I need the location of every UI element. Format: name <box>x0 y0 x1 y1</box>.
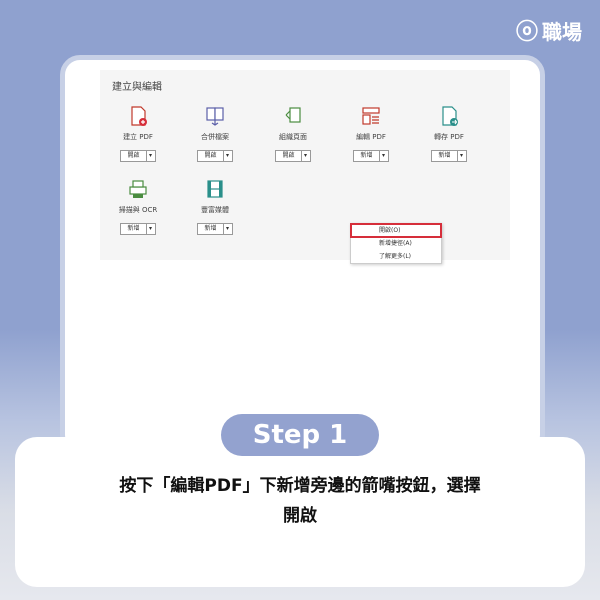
caption-line-1: 按下「編輯PDF」下新增旁邊的箭嘴按鈕，選擇 <box>119 476 481 496</box>
tool-label: 合併檔案 <box>201 133 229 141</box>
tool-split-button[interactable]: 新增 ▾ <box>353 150 389 162</box>
chevron-down-icon[interactable]: ▾ <box>302 151 310 161</box>
rich-media-icon <box>204 178 226 200</box>
logo-text: 職場 <box>542 19 582 44</box>
organize-pages-icon <box>282 105 304 127</box>
tool-split-button[interactable]: 開啟 ▾ <box>275 150 311 162</box>
screenshot-card: 建立與編輯 建立 PDF 開啟 ▾ 合併檔案 開啟 ▾ 組織頁面 開啟 ▾ 編輯… <box>60 55 545 455</box>
menu-item-open[interactable]: 開啟(O) <box>350 223 442 238</box>
tools-panel: 建立與編輯 建立 PDF 開啟 ▾ 合併檔案 開啟 ▾ 組織頁面 開啟 ▾ 編輯… <box>100 70 510 264</box>
scan-ocr-icon <box>127 178 149 200</box>
combine-files-icon <box>204 105 226 127</box>
edit-pdf-icon <box>360 105 382 127</box>
tool-edit-pdf[interactable]: 編輯 PDF 新增 ▾ <box>341 105 401 162</box>
tool-split-button[interactable]: 開啟 ▾ <box>197 150 233 162</box>
menu-item-add-shortcut[interactable]: 新增捷徑(A) <box>351 237 441 250</box>
menu-item-learn-more[interactable]: 了解更多(L) <box>351 250 441 263</box>
logo-mark-icon: ⓞ <box>515 20 538 45</box>
chevron-down-icon[interactable]: ▾ <box>224 224 232 234</box>
tool-rich-media[interactable]: 豐富媒體 新增 ▾ <box>185 178 245 235</box>
brand-logo: ⓞ 職場 <box>516 14 582 46</box>
tool-create-pdf[interactable]: 建立 PDF 開啟 ▾ <box>108 105 168 162</box>
tool-export-pdf[interactable]: 轉存 PDF 新增 ▾ <box>419 105 479 162</box>
tool-split-button[interactable]: 開啟 ▾ <box>120 150 156 162</box>
panel-title: 建立與編輯 <box>112 82 162 93</box>
chevron-down-icon[interactable]: ▾ <box>458 151 466 161</box>
export-pdf-icon <box>438 105 460 127</box>
tool-label: 掃描與 OCR <box>118 206 158 214</box>
edit-pdf-dropdown-menu: 開啟(O) 新增捷徑(A) 了解更多(L) <box>350 223 442 264</box>
tool-split-button[interactable]: 新增 ▾ <box>431 150 467 162</box>
caption-line-2: 開啟 <box>283 506 317 526</box>
tool-label: 編輯 PDF <box>356 133 386 141</box>
chevron-down-icon[interactable]: ▾ <box>147 151 155 161</box>
tool-label: 豐富媒體 <box>201 206 229 214</box>
chevron-down-icon[interactable]: ▾ <box>224 151 232 161</box>
tool-split-button[interactable]: 新增 ▾ <box>120 223 156 235</box>
tool-scan-ocr[interactable]: 掃描與 OCR 新增 ▾ <box>108 178 168 235</box>
chevron-down-icon[interactable]: ▾ <box>147 224 155 234</box>
tool-label: 組織頁面 <box>279 133 307 141</box>
tool-combine-files[interactable]: 合併檔案 開啟 ▾ <box>185 105 245 162</box>
create-pdf-icon <box>127 105 149 127</box>
tool-label: 轉存 PDF <box>434 133 464 141</box>
caption-box: 按下「編輯PDF」下新增旁邊的箭嘴按鈕，選擇 開啟 <box>15 437 585 587</box>
tool-label: 建立 PDF <box>123 133 153 141</box>
chevron-down-icon[interactable]: ▾ <box>380 151 388 161</box>
step-badge: Step 1 <box>221 414 379 456</box>
tool-organize-pages[interactable]: 組織頁面 開啟 ▾ <box>263 105 323 162</box>
tool-split-button[interactable]: 新增 ▾ <box>197 223 233 235</box>
